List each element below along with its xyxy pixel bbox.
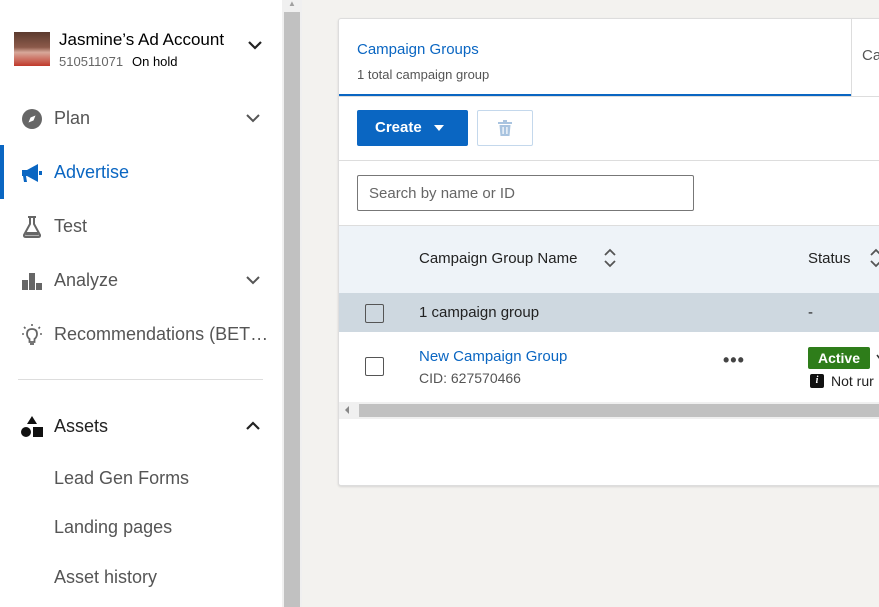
campaign-group-cid: CID: 627570466 xyxy=(419,370,521,386)
sort-icon[interactable] xyxy=(603,248,617,268)
nav-label: Recommendations (BET… xyxy=(54,324,269,344)
column-header-status[interactable]: Status xyxy=(808,250,851,267)
nav-label: Assets xyxy=(54,416,109,436)
sidebar-item-landing-pages[interactable]: Landing pages xyxy=(54,517,172,538)
campaign-group-name-link[interactable]: New Campaign Group xyxy=(419,348,567,365)
summary-status: - xyxy=(808,304,813,321)
megaphone-icon xyxy=(22,164,42,182)
column-header-name[interactable]: Campaign Group Name xyxy=(419,250,577,267)
sidebar-scroll-thumb[interactable] xyxy=(284,12,300,607)
horizontal-scrollbar[interactable] xyxy=(339,402,879,419)
tab-campaign-groups[interactable]: Campaign Groups 1 total campaign group xyxy=(339,19,851,97)
nav-item-plan[interactable]: Plan xyxy=(0,97,282,141)
status-badge[interactable]: Active xyxy=(808,347,870,369)
bar-chart-icon xyxy=(22,273,42,290)
sidebar-item-asset-history[interactable]: Asset history xyxy=(54,567,157,588)
account-status: On hold xyxy=(132,54,178,69)
shapes-icon xyxy=(21,416,43,437)
info-icon: i xyxy=(810,374,824,388)
nav-item-recommendations[interactable]: Recommendations (BET… xyxy=(0,313,282,357)
status-note: Not rur xyxy=(831,373,874,389)
nav-item-assets[interactable]: Assets xyxy=(0,405,282,449)
table-header: Campaign Group Name Status xyxy=(339,226,879,293)
nav-label: Advertise xyxy=(54,162,130,182)
nav-label: Plan xyxy=(54,108,91,128)
nav-item-test[interactable]: Test xyxy=(0,205,282,249)
caret-down-icon xyxy=(434,125,444,131)
compass-icon xyxy=(22,109,42,129)
scroll-left-arrow-icon[interactable] xyxy=(345,406,349,414)
horizontal-scroll-thumb[interactable] xyxy=(359,404,879,417)
account-switcher[interactable]: Jasmine’s Ad Account 510511071 On hold xyxy=(14,30,274,70)
nav-item-analyze[interactable]: Analyze xyxy=(0,259,282,303)
chevron-up-icon[interactable] xyxy=(244,419,262,433)
row-checkbox[interactable] xyxy=(365,357,384,376)
chevron-down-icon[interactable] xyxy=(244,273,262,287)
search-input[interactable] xyxy=(357,175,694,211)
avatar xyxy=(14,32,50,66)
divider xyxy=(18,379,263,380)
sort-icon[interactable] xyxy=(869,248,879,268)
nav-label: Analyze xyxy=(54,270,119,290)
account-id: 510511071 xyxy=(59,54,124,69)
tab-separator xyxy=(851,19,852,97)
lightbulb-icon xyxy=(22,324,42,345)
table-row: New Campaign Group CID: 627570466 ••• Ac… xyxy=(339,332,879,402)
select-all-checkbox[interactable] xyxy=(365,304,384,323)
nav-item-advertise[interactable]: Advertise xyxy=(0,145,282,199)
tab-divider xyxy=(339,96,879,97)
tab-campaigns[interactable]: Ca xyxy=(862,47,879,64)
summary-label: 1 campaign group xyxy=(419,304,540,321)
scroll-up-arrow-icon[interactable]: ▲ xyxy=(286,0,298,8)
create-button-label: Create xyxy=(375,119,422,136)
flask-icon xyxy=(22,216,42,238)
summary-row: 1 campaign group - xyxy=(339,293,879,332)
tab-subtitle: 1 total campaign group xyxy=(357,67,490,82)
tab-title: Campaign Groups xyxy=(357,41,479,58)
nav-label: Test xyxy=(54,216,88,236)
campaign-groups-panel: Campaign Groups 1 total campaign group C… xyxy=(338,18,879,486)
delete-button[interactable] xyxy=(477,110,533,146)
create-button[interactable]: Create xyxy=(357,110,468,146)
divider xyxy=(339,160,879,161)
account-name: Jasmine’s Ad Account xyxy=(59,30,225,49)
sidebar-item-lead-gen-forms[interactable]: Lead Gen Forms xyxy=(54,468,189,489)
trash-icon xyxy=(498,120,512,136)
chevron-down-icon[interactable] xyxy=(246,38,264,52)
chevron-down-icon[interactable] xyxy=(244,111,262,125)
active-indicator xyxy=(0,145,4,199)
sidebar: Jasmine’s Ad Account 510511071 On hold P… xyxy=(0,0,282,607)
more-options-icon[interactable]: ••• xyxy=(723,350,745,371)
